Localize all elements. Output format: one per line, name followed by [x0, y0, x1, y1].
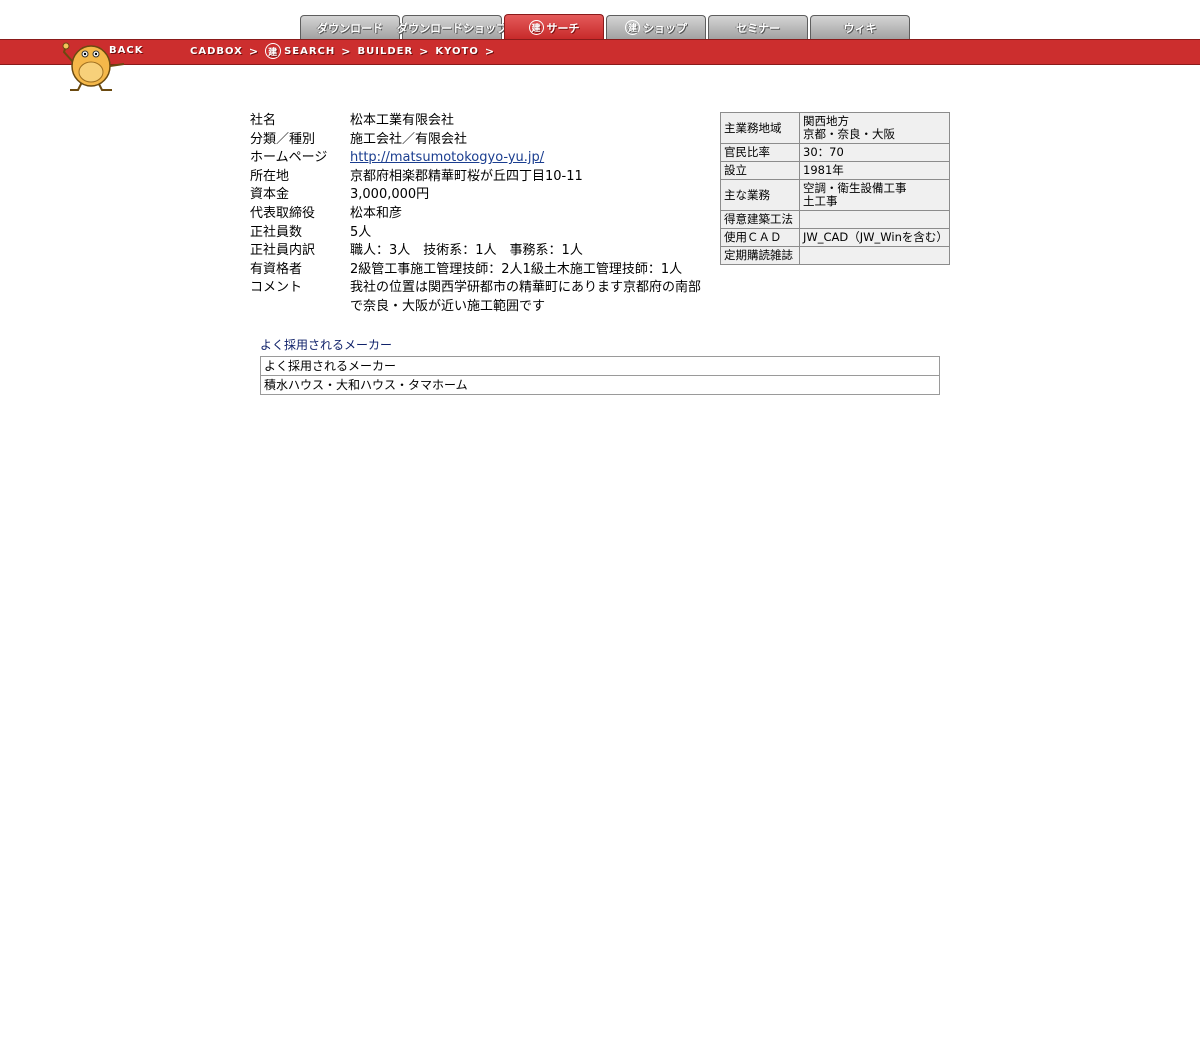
nav-bar	[0, 39, 1200, 65]
detail-value: 空調・衛生設備工事 土工事	[799, 179, 950, 211]
chevron-right-icon: >	[248, 44, 260, 58]
table-row: 使用ＣＡＤ JW_CAD（JW_Winを含む）	[720, 228, 950, 247]
detail-label: 使用ＣＡＤ	[720, 228, 800, 247]
detail-value-line: 30：70	[803, 145, 844, 159]
info-value: 3,000,000円	[350, 187, 430, 203]
makers-table: よく採用されるメーカー 積水ハウス・大和ハウス・タマホーム	[260, 356, 940, 395]
top-tab-bar: ダウンロード ダウンロードショップ建サーチ建ショップ セミナー ウィキ	[300, 14, 912, 40]
info-label: 資本金	[250, 187, 290, 203]
tab-5[interactable]: ウィキ	[810, 15, 910, 39]
table-row: 定期購読雑誌	[720, 246, 950, 265]
company-detail-table: 主業務地域 関西地方 京都・奈良・大阪 官民比率 30：70 設立 1981年 主な業務 空調・…	[720, 112, 950, 265]
info-label: 社名	[250, 113, 277, 128]
detail-label: 主な業務	[720, 179, 800, 211]
info-label: 代表取締役	[250, 205, 316, 221]
detail-value: JW_CAD（JW_Winを含む）	[799, 228, 950, 247]
detail-label: 主業務地域	[720, 112, 800, 144]
info-value: 松本和彦	[350, 205, 403, 221]
detail-label: 官民比率	[720, 143, 800, 162]
makers-header-cell: よく採用されるメーカー	[260, 356, 940, 376]
tab-1[interactable]: ダウンロードショップ	[397, 15, 507, 39]
detail-label: 得意建築工法	[720, 210, 800, 229]
breadcrumb-label: CADBOX	[190, 45, 243, 57]
chevron-right-icon: >	[341, 44, 352, 58]
table-row: 主な業務 空調・衛生設備工事 土工事	[720, 179, 950, 211]
detail-value	[799, 246, 950, 265]
chevron-right-icon: >	[419, 44, 430, 58]
detail-value-line	[803, 249, 946, 262]
info-row: 正社員内訳 職人：3人 技術系：1人 事務系：1人	[250, 242, 712, 261]
info-value: 我社の位置は関西学研都市の精華町にあります京都府の南部で奈良・大阪が近い施工範囲…	[350, 280, 702, 314]
tab-label: ダウンロード	[317, 21, 383, 35]
info-value: 5人	[350, 224, 372, 240]
info-row: 正社員数 5人	[250, 224, 712, 243]
info-label: 有資格者	[250, 261, 303, 277]
ken-mark-icon: 建	[528, 20, 544, 35]
ken-mark-icon: 建	[265, 43, 282, 59]
info-row: 分類／種別 施工会社／有限会社	[250, 131, 712, 150]
table-row: 積水ハウス・大和ハウス・タマホーム	[260, 375, 940, 395]
detail-label: 定期購読雑誌	[720, 246, 800, 265]
detail-value-line: 京都・奈良・大阪	[803, 127, 895, 141]
table-row: 主業務地域 関西地方 京都・奈良・大阪	[720, 112, 950, 144]
detail-value-line: 土工事	[803, 194, 838, 208]
info-label: 所在地	[250, 168, 290, 184]
detail-value: 1981年	[799, 161, 950, 180]
info-value: 2級管工事施工管理技師：2人1級土木施工管理技師：1人	[350, 261, 683, 277]
breadcrumb-label: KYOTO	[435, 45, 479, 57]
detail-value-line	[803, 213, 946, 226]
detail-value: 30：70	[799, 143, 950, 162]
tab-label: ダウンロードショップ	[397, 21, 507, 35]
chevron-right-icon: >	[484, 44, 496, 58]
info-value: 京都府相楽郡精華町桜が丘四丁目10-11	[350, 168, 583, 184]
detail-value-line: 1981年	[803, 163, 844, 177]
detail-label: 設立	[720, 161, 800, 180]
tab-label: サーチ	[546, 21, 580, 35]
info-row: 社名 松本工業有限会社	[250, 112, 712, 131]
info-label: コメント	[250, 280, 303, 296]
info-row: 資本金 3,000,000円	[250, 186, 712, 205]
info-value: 職人：3人 技術系：1人 事務系：1人	[350, 243, 583, 259]
info-row: 所在地 京都府相楽郡精華町桜が丘四丁目10-11	[250, 168, 712, 187]
breadcrumb-label: BUILDER	[357, 45, 414, 57]
info-label: 正社員内訳	[250, 243, 316, 259]
breadcrumb-label: SEARCH	[284, 45, 336, 57]
breadcrumb: CADBOX > 建 SEARCH > BUILDER > KYOTO >	[190, 43, 501, 59]
breadcrumb-item-builder[interactable]: BUILDER	[357, 46, 413, 57]
info-row: コメント 我社の位置は関西学研都市の精華町にあります京都府の南部で奈良・大阪が近い…	[250, 279, 712, 316]
tab-label: ウィキ	[843, 21, 877, 35]
homepage-link[interactable]: http://matsumotokogyo-yu.jp/	[350, 150, 544, 165]
info-label: 分類／種別	[250, 131, 316, 147]
detail-value: 関西地方 京都・奈良・大阪	[799, 112, 950, 144]
info-label: 正社員数	[250, 224, 303, 240]
tab-3[interactable]: 建ショップ	[606, 15, 706, 39]
tab-0[interactable]: ダウンロード	[300, 15, 400, 39]
info-value: http://matsumotokogyo-yu.jp/	[350, 149, 712, 168]
info-row: 代表取締役 松本和彦	[250, 205, 712, 224]
breadcrumb-item-cadbox[interactable]: CADBOX	[190, 46, 243, 57]
table-row: 官民比率 30：70	[720, 143, 950, 162]
info-row: 有資格者 2級管工事施工管理技師：2人1級土木施工管理技師：1人	[250, 261, 712, 280]
makers-title: よく採用されるメーカー	[260, 338, 393, 352]
tab-2[interactable]: 建サーチ	[504, 14, 604, 40]
breadcrumb-item-search[interactable]: 建 SEARCH	[265, 43, 335, 59]
info-value: 施工会社／有限会社	[350, 131, 468, 147]
detail-value	[799, 210, 950, 229]
tab-label: セミナー	[736, 21, 780, 35]
ken-mark-icon: 建	[625, 20, 640, 35]
table-row: 得意建築工法	[720, 210, 950, 229]
info-row: ホームページ http://matsumotokogyo-yu.jp/	[250, 149, 712, 168]
company-info: 社名 松本工業有限会社分類／種別 施工会社／有限会社ホームページ http://mat…	[250, 112, 712, 317]
breadcrumb-item-kyoto[interactable]: KYOTO	[435, 46, 478, 57]
table-row: 設立 1981年	[720, 161, 950, 180]
info-value: 松本工業有限会社	[350, 113, 455, 128]
makers-value-cell: 積水ハウス・大和ハウス・タマホーム	[260, 375, 940, 395]
table-row: よく採用されるメーカー	[260, 356, 940, 376]
back-link[interactable]: BACK	[109, 45, 143, 56]
info-label: ホームページ	[250, 150, 328, 166]
tab-label: ショップ	[643, 21, 687, 35]
detail-value-line: JW_CAD（JW_Winを含む）	[803, 230, 948, 244]
tab-4[interactable]: セミナー	[708, 15, 808, 39]
